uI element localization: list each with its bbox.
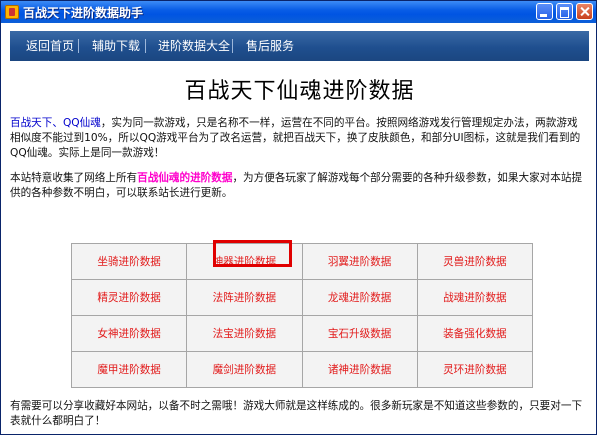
- dragon-soul-data-link[interactable]: 龙魂进阶数据: [328, 292, 392, 304]
- intro-paragraph: 百战天下、QQ仙魂，实为同一款游戏，只是名称不一样，运营在不同的平台。按照网络游…: [10, 116, 588, 161]
- grid-cell: 龙魂进阶数据: [301, 279, 418, 316]
- demon-armor-data-link[interactable]: 魔甲进阶数据: [97, 364, 161, 376]
- nav-divider: [78, 39, 79, 53]
- collection-before: 本站特意收集了网络上所有: [10, 172, 138, 184]
- grid-row: 精灵进阶数据 法阵进阶数据 龙魂进阶数据 战魂进阶数据: [70, 279, 534, 316]
- war-soul-data-link[interactable]: 战魂进阶数据: [443, 292, 507, 304]
- page-title: 百战天下仙魂进阶数据: [184, 79, 415, 104]
- spirit-beast-data-link[interactable]: 灵兽进阶数据: [443, 256, 507, 268]
- grid-cell: 诸神进阶数据: [301, 351, 418, 388]
- nav-service[interactable]: 售后服务: [246, 31, 294, 61]
- nav-divider: [232, 39, 233, 53]
- grid-cell: 羽翼进阶数据: [301, 243, 418, 280]
- goddess-data-link[interactable]: 女神进阶数据: [97, 328, 161, 340]
- window-title: 百战天下进阶数据助手: [23, 6, 144, 20]
- nav-bar: 返回首页 辅助下载 进阶数据大全 售后服务: [10, 31, 589, 61]
- gem-upgrade-data-link[interactable]: 宝石升级数据: [328, 328, 392, 340]
- spirit-ring-data-link[interactable]: 灵环进阶数据: [443, 364, 507, 376]
- grid-row: 女神进阶数据 法宝进阶数据 宝石升级数据 装备强化数据: [70, 315, 534, 352]
- app-window: 百战天下进阶数据助手 返回首页 辅助下载 进阶数据大全 售后服务 百战天下仙魂进…: [0, 0, 597, 435]
- mount-data-link[interactable]: 坐骑进阶数据: [97, 256, 161, 268]
- grid-cell: 宝石升级数据: [301, 315, 418, 352]
- grid-cell: 战魂进阶数据: [416, 279, 534, 316]
- app-icon: [5, 5, 19, 19]
- grid-cell: 魔甲进阶数据: [70, 351, 188, 388]
- nav-home[interactable]: 返回首页: [26, 31, 74, 61]
- grid-cell: 坐骑进阶数据: [70, 243, 188, 280]
- collection-highlight: 百战仙魂的进阶数据: [137, 172, 233, 184]
- elf-data-link[interactable]: 精灵进阶数据: [97, 292, 161, 304]
- game-name-link[interactable]: 百战天下、QQ仙魂: [10, 117, 101, 129]
- wings-data-link[interactable]: 羽翼进阶数据: [328, 256, 392, 268]
- collection-paragraph: 本站特意收集了网络上所有百战仙魂的进阶数据，为方便各玩家了解游戏每个部分需要的各…: [10, 171, 588, 201]
- grid-row: 魔甲进阶数据 魔剑进阶数据 诸神进阶数据 灵环进阶数据: [70, 351, 534, 388]
- grid-row: 坐骑进阶数据 神器进阶数据 羽翼进阶数据 灵兽进阶数据: [70, 243, 534, 280]
- equipment-enhance-data-link[interactable]: 装备强化数据: [443, 328, 507, 340]
- maximize-icon[interactable]: [556, 3, 573, 20]
- nav-divider: [145, 39, 146, 53]
- grid-cell: 魔剑进阶数据: [186, 351, 303, 388]
- grid-cell: 女神进阶数据: [70, 315, 188, 352]
- treasure-data-link[interactable]: 法宝进阶数据: [213, 328, 277, 340]
- grid-cell: 法宝进阶数据: [186, 315, 303, 352]
- grid-cell: 装备强化数据: [416, 315, 534, 352]
- title-bar[interactable]: 百战天下进阶数据助手: [1, 1, 596, 23]
- footer-paragraph: 有需要可以分享收藏好本网站，以备不时之需哦！游戏大师就是这样练成的。很多新玩家是…: [10, 400, 583, 427]
- grid-cell: 灵兽进阶数据: [416, 243, 534, 280]
- grid-cell: 精灵进阶数据: [70, 279, 188, 316]
- formation-data-link[interactable]: 法阵进阶数据: [213, 292, 277, 304]
- grid-cell: 灵环进阶数据: [416, 351, 534, 388]
- gods-data-link[interactable]: 诸神进阶数据: [328, 364, 392, 376]
- highlight-box: [213, 240, 292, 267]
- minimize-icon[interactable]: [536, 3, 553, 20]
- nav-data[interactable]: 进阶数据大全: [158, 31, 230, 61]
- demon-sword-data-link[interactable]: 魔剑进阶数据: [213, 364, 277, 376]
- nav-download[interactable]: 辅助下载: [92, 31, 140, 61]
- close-icon[interactable]: [576, 3, 593, 20]
- grid-cell: 法阵进阶数据: [186, 279, 303, 316]
- data-grid: 坐骑进阶数据 神器进阶数据 羽翼进阶数据 灵兽进阶数据 精灵进阶数据 法阵进阶数…: [70, 243, 534, 388]
